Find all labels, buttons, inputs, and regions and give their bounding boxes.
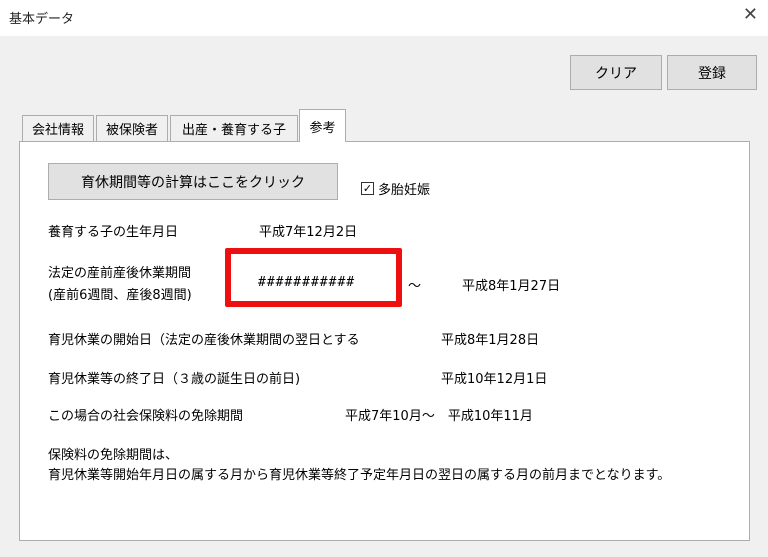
multiple-pregnancy-checkbox[interactable]: ✓ 多胎妊娠 — [361, 179, 430, 198]
leave-end-value: 平成8年1月27日 — [462, 279, 561, 294]
childcare-start-value: 平成8年1月28日 — [441, 333, 540, 348]
tab-insured-person[interactable]: 被保険者 — [96, 115, 168, 141]
childcare-end-value: 平成10年12月1日 — [441, 372, 548, 387]
calculate-leave-button[interactable]: 育休期間等の計算はここをクリック — [48, 163, 338, 200]
exemption-period-value: 平成7年10月～ 平成10年11月 — [345, 409, 533, 424]
childcare-end-label: 育児休業等の終了日（３歳の誕生日の前日) — [48, 372, 301, 387]
checkbox-label: 多胎妊娠 — [378, 183, 431, 198]
exemption-period-label: この場合の社会保険料の免除期間 — [48, 409, 244, 424]
title-bar: 基本データ ✕ — [0, 0, 768, 36]
tab-company-info[interactable]: 会社情報 — [22, 115, 94, 141]
leave-start-value: ########### — [258, 275, 356, 290]
childcare-start-label: 育児休業の開始日（法定の産後休業期間の翌日とする — [48, 333, 360, 348]
child-birthdate-value: 平成7年12月2日 — [259, 225, 358, 240]
note-line-2: 育児休業等開始年月日の属する月から育児休業等終了予定年月日の翌日の属する月の前月… — [48, 468, 671, 483]
child-birthdate-label: 養育する子の生年月日 — [48, 225, 179, 240]
window-title: 基本データ — [9, 12, 75, 27]
tab-reference[interactable]: 参考 — [299, 109, 346, 142]
range-separator: ～ — [408, 279, 422, 294]
close-icon[interactable]: ✕ — [743, 5, 758, 25]
statutory-leave-sublabel: (産前6週間、産後8週間) — [48, 288, 192, 303]
checkbox-box[interactable]: ✓ — [361, 182, 374, 195]
clear-button[interactable]: クリア — [570, 55, 662, 90]
statutory-leave-label: 法定の産前産後休業期間 — [48, 266, 192, 281]
register-button[interactable]: 登録 — [667, 55, 757, 90]
note-line-1: 保険料の免除期間は、 — [48, 448, 179, 463]
tab-birth-child[interactable]: 出産・養育する子 — [170, 115, 298, 141]
